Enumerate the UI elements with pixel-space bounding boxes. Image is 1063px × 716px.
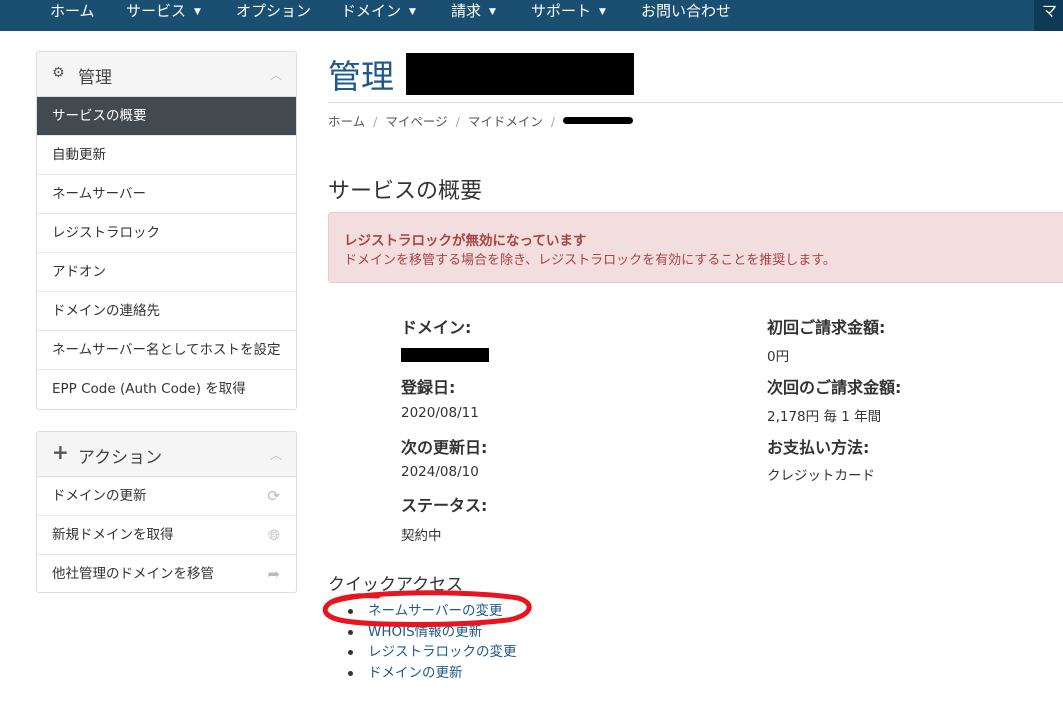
- page-title: 管理: [328, 57, 394, 96]
- quick-link-update-whois[interactable]: WHOIS情報の更新: [348, 622, 517, 643]
- nav-my-menu[interactable]: マ: [1034, 0, 1063, 31]
- next-renewal-value: 2024/08/10: [401, 464, 479, 480]
- sidebar-manage-heading[interactable]: ⚙ 管理 ︿: [37, 52, 296, 97]
- sidebar-item-renew-domain[interactable]: ドメインの更新 ⟳: [37, 477, 296, 516]
- quick-link-registrar-lock[interactable]: レジストラロックの変更: [348, 642, 517, 663]
- sidebar-actions-heading[interactable]: + アクション ︿: [37, 432, 296, 477]
- top-navigation: ホーム サービス ▼ オプション ドメイン ▼ 請求 ▼ サポート ▼ お問い合わせ マ: [0, 0, 1063, 31]
- sidebar-item-overview[interactable]: サービスの概要: [37, 97, 296, 136]
- sidebar-item-addons[interactable]: アドオン: [37, 253, 296, 292]
- quick-access-list: ネームサーバーの変更 WHOIS情報の更新 レジストラロックの変更 ドメインの更…: [348, 601, 517, 683]
- payment-method-label: お支払い方法:: [767, 438, 870, 457]
- payment-method-value: クレジットカード: [767, 468, 875, 484]
- breadcrumb-mydomains[interactable]: マイドメイン: [468, 114, 543, 129]
- section-title: サービスの概要: [328, 179, 483, 204]
- breadcrumb-home[interactable]: ホーム: [328, 114, 365, 129]
- globe-icon: 🌐︎: [267, 526, 280, 544]
- sidebar-item-epp-code[interactable]: EPP Code (Auth Code) を取得: [37, 370, 296, 409]
- next-renewal-label: 次の更新日:: [401, 438, 488, 457]
- breadcrumb-mypage[interactable]: マイページ: [385, 114, 447, 129]
- gear-icon: ⚙: [52, 65, 65, 81]
- quick-link-change-nameservers[interactable]: ネームサーバーの変更: [348, 601, 517, 622]
- redacted-breadcrumb-domain: [563, 117, 634, 124]
- nav-options[interactable]: オプション: [236, 0, 311, 24]
- caret-down-icon: ▼: [489, 7, 496, 17]
- registered-label: 登録日:: [401, 378, 456, 397]
- sidebar-item-transfer-domain[interactable]: 他社管理のドメインを移管 ➦: [37, 555, 296, 592]
- registered-value: 2020/08/11: [401, 405, 479, 421]
- sidebar-item-auto-renew[interactable]: 自動更新: [37, 136, 296, 175]
- redacted-domain-value: [401, 348, 489, 362]
- nav-support[interactable]: サポート ▼: [531, 0, 606, 24]
- nav-services[interactable]: サービス ▼: [126, 0, 201, 24]
- redacted-domain-title: [406, 53, 634, 95]
- caret-down-icon: ▼: [599, 7, 606, 17]
- status-value: 契約中: [401, 528, 442, 544]
- recurring-amount-value: 2,178円 毎 1 年間: [767, 409, 882, 425]
- caret-down-icon: ▼: [409, 7, 416, 17]
- sidebar-item-contacts[interactable]: ドメインの連絡先: [37, 292, 296, 331]
- sidebar-actions-title: アクション: [78, 448, 163, 468]
- sidebar-item-register-domain[interactable]: 新規ドメインを取得 🌐︎: [37, 516, 296, 555]
- recurring-amount-label: 次回のご請求金額:: [767, 378, 902, 397]
- alert-title: レジストラロックが無効になっています: [344, 233, 587, 249]
- sidebar-manage-title: 管理: [78, 68, 112, 88]
- plus-icon: +: [52, 440, 69, 464]
- sidebar-item-registrar-lock[interactable]: レジストラロック: [37, 214, 296, 253]
- domain-label: ドメイン:: [401, 318, 472, 337]
- refresh-icon: ⟳: [267, 487, 280, 505]
- title-divider: [328, 102, 1063, 103]
- chevron-up-icon[interactable]: ︿: [270, 446, 282, 463]
- alert-text: ドメインを移管する場合を除き、レジストラロックを有効にすることを推奨します。: [344, 253, 836, 268]
- nav-contact[interactable]: お問い合わせ: [641, 0, 731, 24]
- first-payment-label: 初回ご請求金額:: [767, 318, 886, 337]
- caret-down-icon: ▼: [194, 7, 201, 17]
- share-arrow-icon: ➦: [267, 565, 280, 583]
- sidebar-item-nameservers[interactable]: ネームサーバー: [37, 175, 296, 214]
- nav-home[interactable]: ホーム: [50, 0, 95, 24]
- nav-billing[interactable]: 請求 ▼: [451, 0, 496, 24]
- first-payment-value: 0円: [767, 349, 790, 365]
- quick-access-title: クイックアクセス: [328, 575, 464, 595]
- registrar-lock-alert: レジストラロックが無効になっています ドメインを移管する場合を除き、レジストラロ…: [328, 212, 1063, 283]
- nav-domains[interactable]: ドメイン ▼: [341, 0, 416, 24]
- status-label: ステータス:: [401, 496, 488, 515]
- breadcrumb: ホーム / マイページ / マイドメイン /: [328, 111, 634, 130]
- chevron-up-icon[interactable]: ︿: [270, 66, 282, 83]
- sidebar-item-private-nameservers[interactable]: ネームサーバー名としてホストを設定: [37, 331, 296, 370]
- quick-link-renew-domain[interactable]: ドメインの更新: [348, 663, 517, 684]
- sidebar-manage-panel: ⚙ 管理 ︿ サービスの概要 自動更新 ネームサーバー レジストラロック アドオ…: [36, 51, 297, 410]
- sidebar-actions-panel: + アクション ︿ ドメインの更新 ⟳ 新規ドメインを取得 🌐︎ 他社管理のドメ…: [36, 431, 297, 593]
